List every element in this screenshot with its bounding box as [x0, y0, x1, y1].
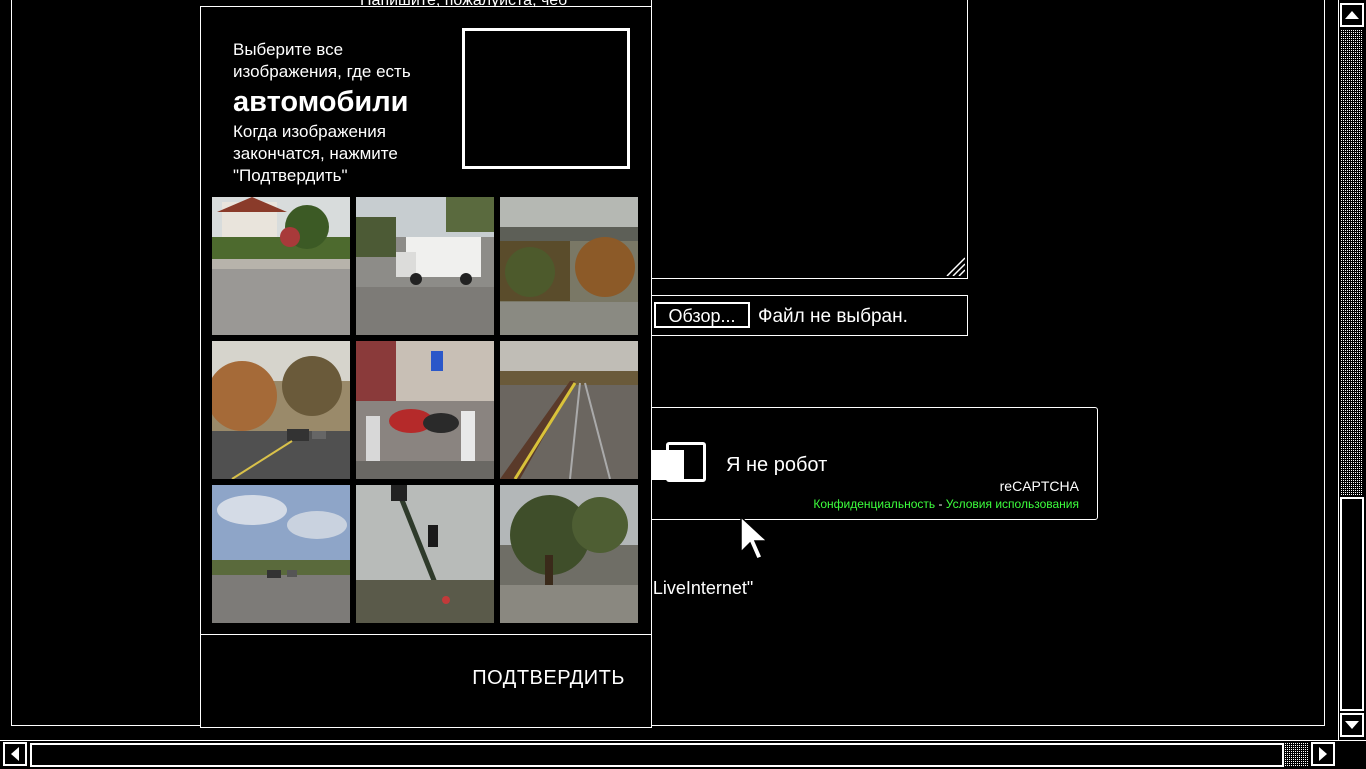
vertical-scrollbar[interactable] — [1338, 0, 1366, 740]
tile-8[interactable] — [356, 485, 494, 623]
terms-link[interactable]: Условия использования — [946, 497, 1079, 511]
instruction-prefix: Выберите все изображения, где есть — [233, 40, 411, 81]
road-cars-image-icon — [212, 341, 350, 479]
dialog-footer-divider — [201, 634, 651, 635]
scrollbar-track[interactable] — [1341, 30, 1363, 495]
tile-6[interactable] — [500, 341, 638, 479]
recaptcha-label: Я не робот — [726, 454, 828, 476]
recaptcha-checkbox[interactable] — [666, 442, 706, 482]
browse-button[interactable]: Обзор... — [654, 302, 750, 328]
tile-5[interactable] — [356, 341, 494, 479]
link-separator: - — [935, 497, 946, 511]
recaptcha-brand: reCAPTCHA — [999, 478, 1079, 494]
arrow-right-icon — [1319, 747, 1327, 761]
mouse-cursor-icon — [740, 516, 769, 560]
traffic-light-image-icon — [356, 485, 494, 623]
highway-sky-image-icon — [212, 485, 350, 623]
privacy-link[interactable]: Конфиденциальность — [813, 497, 935, 511]
liveinternet-text: к LiveInternet" — [640, 578, 754, 598]
scroll-right-button[interactable] — [1311, 742, 1335, 766]
tile-2[interactable] — [356, 197, 494, 335]
tile-7[interactable] — [212, 485, 350, 623]
horizontal-scroll-thumb[interactable] — [30, 743, 1284, 767]
tile-3[interactable] — [500, 197, 638, 335]
comment-textarea[interactable] — [651, 0, 968, 279]
file-input-row: Обзор... Файл не выбран. — [651, 295, 968, 336]
sample-image-box — [462, 28, 630, 169]
image-grid — [212, 197, 639, 624]
street-house-image-icon — [212, 197, 350, 335]
target-object: автомобили — [233, 86, 409, 118]
tree-road-image-icon — [500, 485, 638, 623]
recaptcha-widget: Я не робот reCAPTCHA Конфиденциальность … — [640, 407, 1098, 520]
tile-1[interactable] — [212, 197, 350, 335]
file-status: Файл не выбран. — [758, 306, 908, 327]
railway-image-icon — [500, 341, 638, 479]
arrow-left-icon — [11, 747, 19, 761]
scroll-thumb[interactable] — [1340, 497, 1364, 711]
motorcycles-people-image-icon — [356, 341, 494, 479]
tile-9[interactable] — [500, 485, 638, 623]
scroll-left-button[interactable] — [3, 742, 27, 766]
instruction-suffix: Когда изображения закончатся, нажмите "П… — [233, 122, 398, 185]
confirm-button[interactable]: ПОДТВЕРДИТЬ — [472, 667, 625, 690]
scroll-up-button[interactable] — [1340, 3, 1364, 27]
scroll-down-button[interactable] — [1340, 713, 1364, 737]
arrow-down-icon — [1345, 721, 1359, 729]
arrow-up-icon — [1345, 11, 1359, 19]
horizontal-track-remainder[interactable] — [1285, 743, 1309, 767]
horizontal-scrollbar[interactable] — [0, 740, 1366, 768]
recaptcha-links: Конфиденциальность - Условия использован… — [813, 497, 1079, 511]
challenge-instructions: Выберите все изображения, где есть автом… — [233, 39, 453, 187]
tile-4[interactable] — [212, 341, 350, 479]
truck-road-image-icon — [356, 197, 494, 335]
resize-grip-icon[interactable] — [941, 252, 965, 276]
overpass-trees-image-icon — [500, 197, 638, 335]
captcha-challenge-dialog: Выберите все изображения, где есть автом… — [200, 6, 652, 728]
